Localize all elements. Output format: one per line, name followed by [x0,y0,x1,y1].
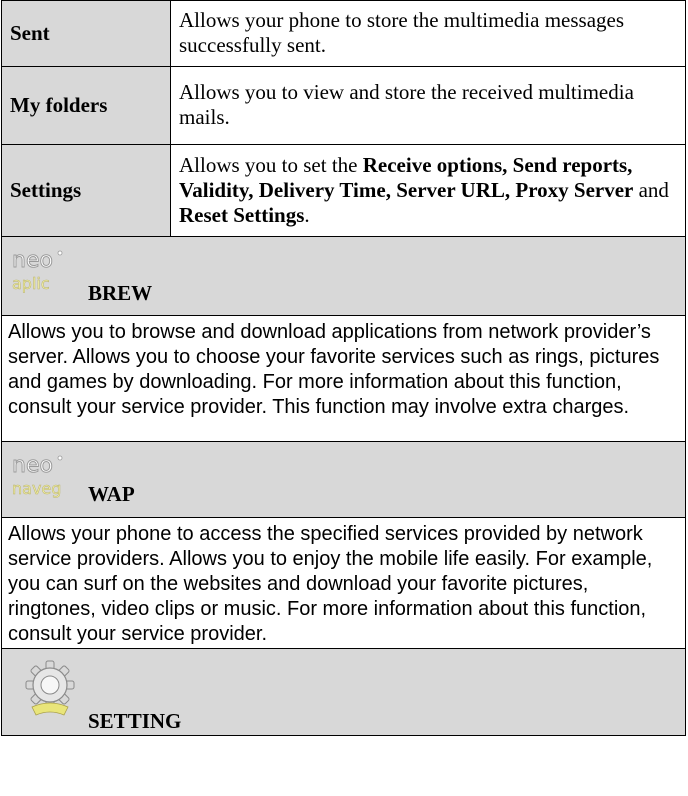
settings-desc-text-3: . [304,202,310,227]
mms-options-table: Sent Allows your phone to store the mult… [1,0,686,237]
svg-text:aplic: aplic [12,274,50,293]
row-label-settings: Settings [1,144,171,237]
settings-desc-text-1: Allows you to set the [179,152,363,177]
svg-text:neo: neo [12,453,53,478]
svg-text:naveg: naveg [12,479,61,498]
wap-description: Allows your phone to access the specifie… [1,518,686,649]
settings-desc-reset: Reset Settings [179,202,305,227]
brew-section-header: neo aplic BREW [1,237,686,316]
row-label-my-folders: My folders [1,66,171,145]
row-desc-settings: Allows you to set the Receive options, S… [170,144,686,237]
settings-desc-text-2: and [633,177,669,202]
table-row: My folders Allows you to view and store … [1,66,686,145]
manual-page: Sent Allows your phone to store the mult… [1,0,686,736]
brew-description: Allows you to browse and download applic… [1,316,686,442]
neo-naveg-logo-icon: neo naveg [10,452,74,500]
row-desc-sent: Allows your phone to store the multimedi… [170,0,686,67]
wap-title: WAP [88,482,135,506]
gear-icon [22,659,78,717]
svg-text:neo: neo [12,248,53,273]
table-row: Sent Allows your phone to store the mult… [1,0,686,67]
setting-section-header: SETTING [1,649,686,736]
brew-title: BREW [88,281,153,305]
neo-aplic-logo-icon: neo aplic [10,247,70,295]
wap-section-header: neo naveg WAP [1,442,686,518]
row-desc-my-folders: Allows you to view and store the receive… [170,66,686,145]
row-label-sent: Sent [1,0,171,67]
table-row: Settings Allows you to set the Receive o… [1,144,686,237]
setting-title: SETTING [88,709,182,733]
